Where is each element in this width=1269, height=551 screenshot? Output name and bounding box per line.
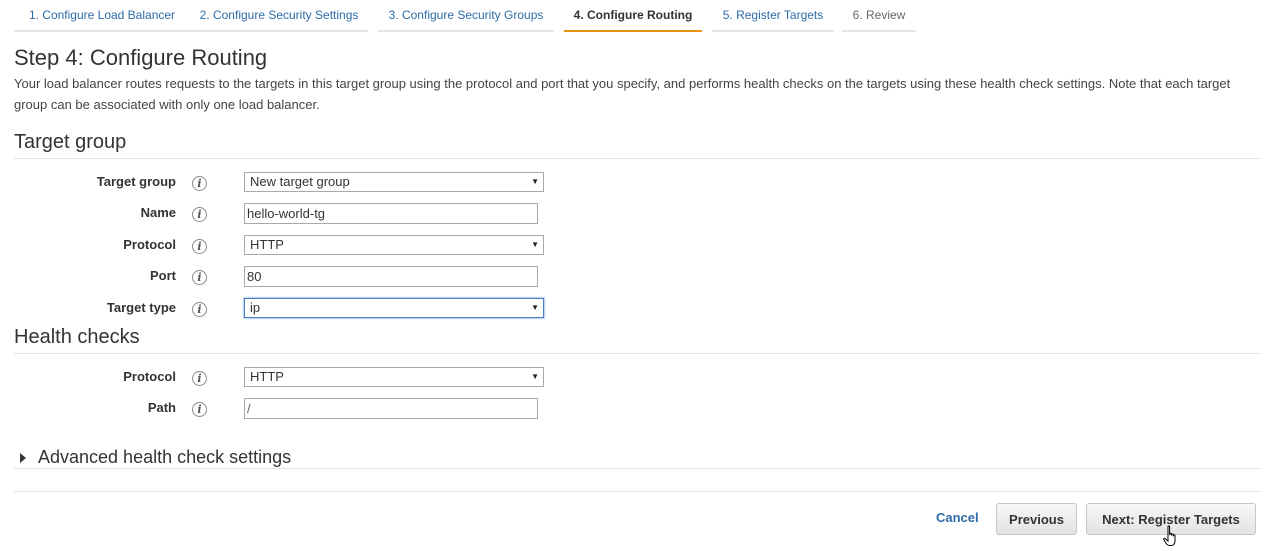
target-type-label: Target type: [106, 300, 176, 315]
divider: [14, 468, 1261, 469]
cancel-button[interactable]: Cancel: [936, 510, 979, 525]
info-icon[interactable]: i: [192, 302, 207, 317]
target-group-select-value: New target group: [250, 174, 350, 189]
chevron-down-icon: ▼: [531, 303, 539, 312]
page-description: Your load balancer routes requests to th…: [14, 76, 1231, 112]
health-protocol-label: Protocol: [123, 369, 176, 384]
tab-configure-security-groups[interactable]: 3. Configure Security Groups: [378, 0, 554, 32]
divider: [14, 491, 1261, 492]
target-group-label: Target group: [96, 174, 176, 189]
tab-configure-routing[interactable]: 4. Configure Routing: [564, 0, 702, 32]
target-type-select[interactable]: ip ▼: [244, 298, 544, 318]
health-protocol-select-value: HTTP: [250, 369, 284, 384]
info-icon[interactable]: i: [192, 239, 207, 254]
protocol-select-value: HTTP: [250, 237, 284, 252]
path-label: Path: [147, 400, 176, 415]
hand-pointer-icon: [1163, 525, 1176, 546]
protocol-label: Protocol: [123, 237, 176, 252]
tab-review: 6. Review: [842, 0, 916, 32]
previous-button[interactable]: Previous: [996, 503, 1077, 535]
tab-register-targets[interactable]: 5. Register Targets: [712, 0, 834, 32]
port-label: Port: [150, 268, 176, 283]
info-icon[interactable]: i: [192, 371, 207, 386]
path-input[interactable]: [244, 398, 538, 419]
caret-right-icon: [20, 452, 26, 463]
target-type-select-value: ip: [250, 300, 261, 315]
info-icon[interactable]: i: [192, 176, 207, 191]
chevron-down-icon: ▼: [531, 372, 539, 381]
target-group-select[interactable]: New target group ▼: [244, 172, 544, 192]
protocol-select[interactable]: HTTP ▼: [244, 235, 544, 255]
info-icon[interactable]: i: [192, 207, 207, 222]
chevron-down-icon: ▼: [531, 177, 539, 186]
advanced-health-check-toggle[interactable]: Advanced health check settings: [20, 447, 291, 468]
tab-configure-load-balancer[interactable]: 1. Configure Load Balancer: [14, 0, 190, 32]
health-checks-section-title: Health checks: [14, 326, 1261, 354]
advanced-health-check-label: Advanced health check settings: [38, 447, 292, 467]
port-input[interactable]: [244, 266, 538, 287]
name-label: Name: [140, 205, 176, 220]
target-group-section-title: Target group: [14, 131, 1261, 159]
info-icon[interactable]: i: [192, 270, 207, 285]
tab-configure-security-settings[interactable]: 2. Configure Security Settings: [190, 0, 368, 32]
health-protocol-select[interactable]: HTTP ▼: [244, 367, 544, 387]
chevron-down-icon: ▼: [531, 240, 539, 249]
page-title: Step 4: Configure Routing: [14, 45, 268, 70]
info-icon[interactable]: i: [192, 402, 207, 417]
name-input[interactable]: [244, 203, 538, 224]
